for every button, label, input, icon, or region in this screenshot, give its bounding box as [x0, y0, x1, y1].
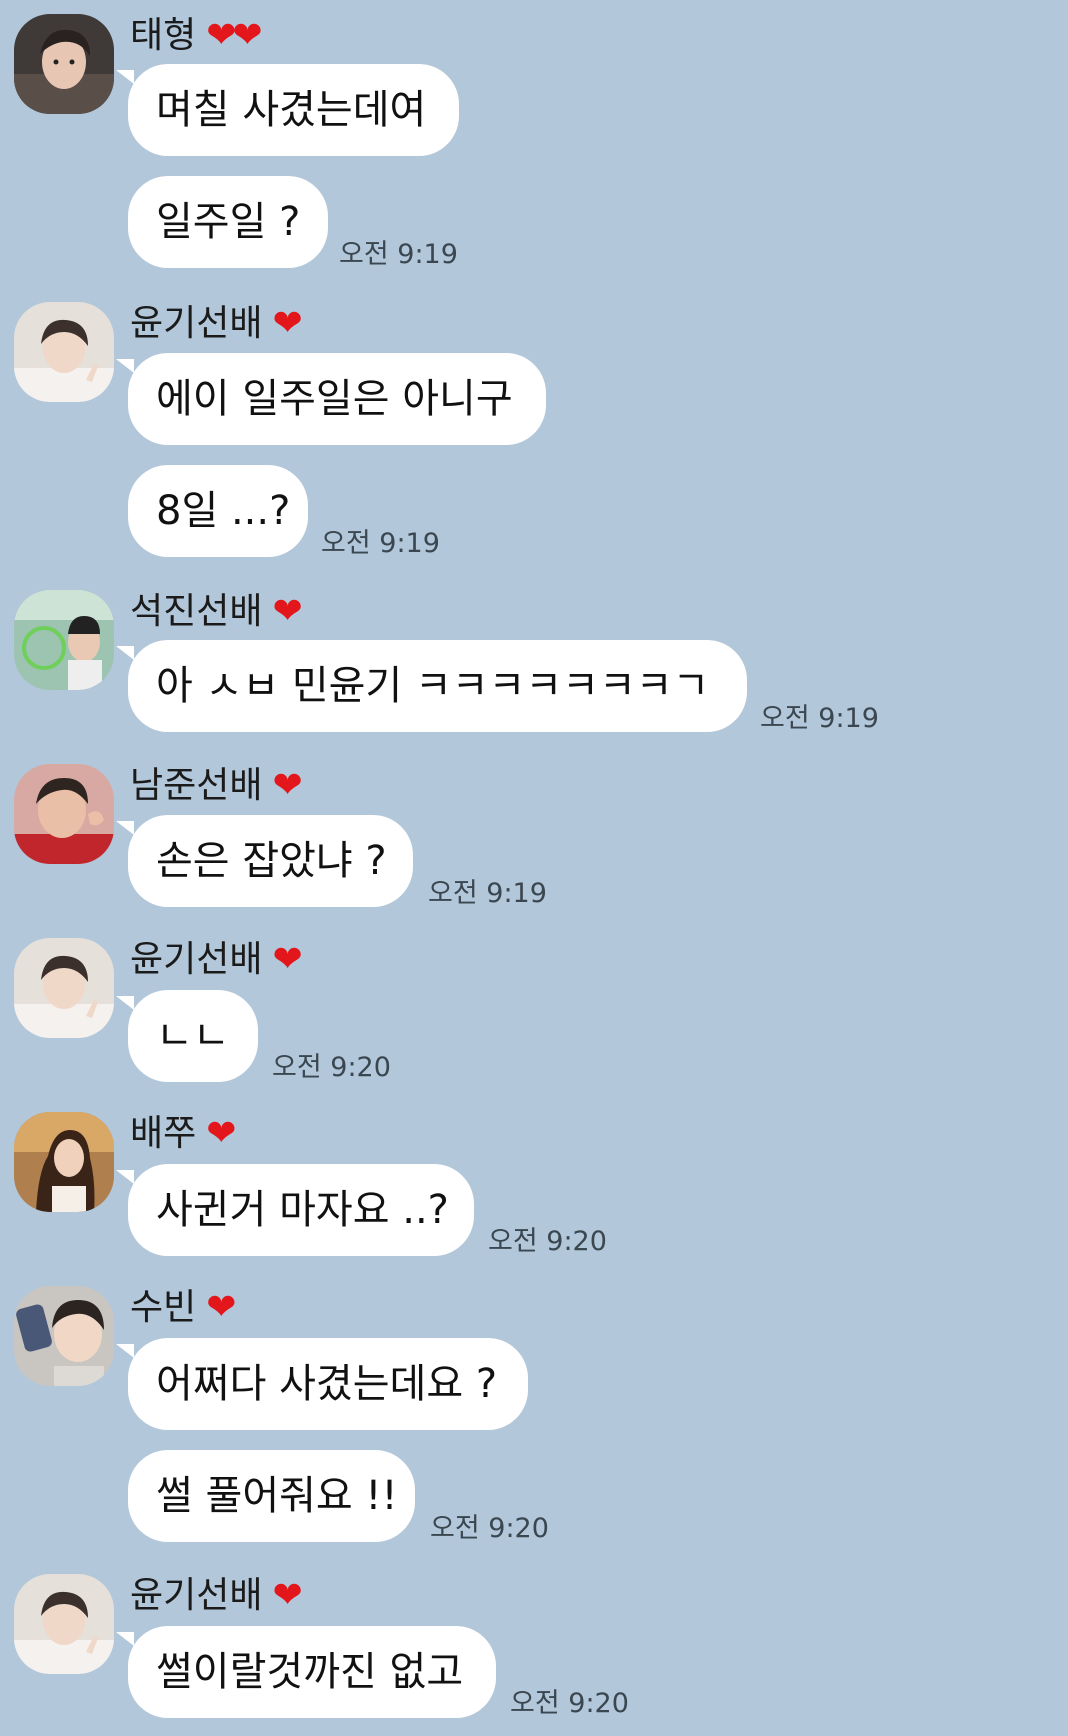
heart-icon: ❤ — [272, 303, 302, 344]
avatar[interactable] — [14, 1112, 114, 1212]
message-text: 썰 풀어줘요 !! — [156, 1473, 398, 1519]
timestamp: 오전 9:19 — [428, 878, 547, 909]
avatar[interactable] — [14, 302, 114, 402]
heart-icon: ❤ — [206, 1113, 236, 1154]
message-bubble[interactable]: 에이 일주일은 아니구 — [116, 353, 546, 445]
sender-name: 태형 — [130, 15, 197, 56]
sender-row: 배쭈 ❤ — [130, 1112, 236, 1156]
sender-row: 태형 ❤❤ — [130, 14, 263, 58]
heart-icon: ❤ — [206, 1287, 236, 1328]
avatar[interactable] — [14, 590, 114, 690]
heart-icon: ❤❤ — [206, 15, 262, 56]
heart-icon: ❤ — [272, 1575, 302, 1616]
message-text: 사귄거 마자요 ..? — [156, 1187, 449, 1233]
avatar[interactable] — [14, 1574, 114, 1674]
sender-row: 석진선배 ❤ — [130, 590, 303, 634]
message-bubble[interactable]: 아 ㅅㅂ 민윤기 ㅋㅋㅋㅋㅋㅋㅋㄱ — [116, 640, 747, 732]
timestamp: 오전 9:20 — [430, 1513, 549, 1544]
message-bubble[interactable]: 8일 ...? — [128, 465, 308, 557]
sender-row: 윤기선배 ❤ — [130, 938, 303, 982]
timestamp: 오전 9:19 — [321, 528, 440, 559]
sender-name: 윤기선배 — [130, 939, 263, 980]
timestamp: 오전 9:19 — [760, 703, 879, 734]
message-bubble[interactable]: 손은 잡았냐 ? — [116, 815, 413, 907]
sender-name: 윤기선배 — [130, 303, 263, 344]
sender-name: 윤기선배 — [130, 1575, 263, 1616]
sender-name: 석진선배 — [130, 591, 263, 632]
message-text: ㄴㄴ — [156, 1013, 230, 1059]
message-bubble[interactable]: ㄴㄴ — [116, 990, 258, 1082]
sender-name: 수빈 — [130, 1287, 197, 1328]
message-text: 썰이랄것까진 없고 — [156, 1649, 464, 1695]
timestamp: 오전 9:19 — [339, 239, 458, 270]
message-text: 어쩌다 사겼는데요 ? — [156, 1361, 498, 1407]
sender-row: 윤기선배 ❤ — [130, 1574, 303, 1618]
message-bubble[interactable]: 썰 풀어줘요 !! — [128, 1450, 415, 1542]
sender-row: 윤기선배 ❤ — [130, 302, 303, 346]
message-bubble[interactable]: 어쩌다 사겼는데요 ? — [116, 1338, 528, 1430]
avatar[interactable] — [14, 14, 114, 114]
message-text: 아 ㅅㅂ 민윤기 ㅋㅋㅋㅋㅋㅋㅋㄱ — [156, 663, 710, 709]
avatar[interactable] — [14, 764, 114, 864]
message-text: 며칠 사겼는데여 — [156, 87, 427, 133]
sender-name: 배쭈 — [130, 1113, 197, 1154]
timestamp: 오전 9:20 — [488, 1226, 607, 1257]
sender-name: 남준선배 — [130, 765, 263, 806]
sender-row: 남준선배 ❤ — [130, 764, 303, 808]
timestamp: 오전 9:20 — [510, 1688, 629, 1719]
heart-icon: ❤ — [272, 765, 302, 806]
message-bubble[interactable]: 일주일 ? — [128, 176, 328, 268]
message-text: 일주일 ? — [156, 199, 301, 245]
message-text: 손은 잡았냐 ? — [156, 838, 387, 884]
message-bubble[interactable]: 며칠 사겼는데여 — [116, 64, 459, 156]
message-bubble[interactable]: 사귄거 마자요 ..? — [116, 1164, 474, 1256]
timestamp: 오전 9:20 — [272, 1052, 391, 1083]
avatar[interactable] — [14, 938, 114, 1038]
message-text: 8일 ...? — [156, 488, 291, 534]
heart-icon: ❤ — [272, 591, 302, 632]
sender-row: 수빈 ❤ — [130, 1286, 236, 1330]
avatar[interactable] — [14, 1286, 114, 1386]
message-bubble[interactable]: 썰이랄것까진 없고 — [116, 1626, 496, 1718]
heart-icon: ❤ — [272, 939, 302, 980]
message-text: 에이 일주일은 아니구 — [156, 376, 513, 422]
